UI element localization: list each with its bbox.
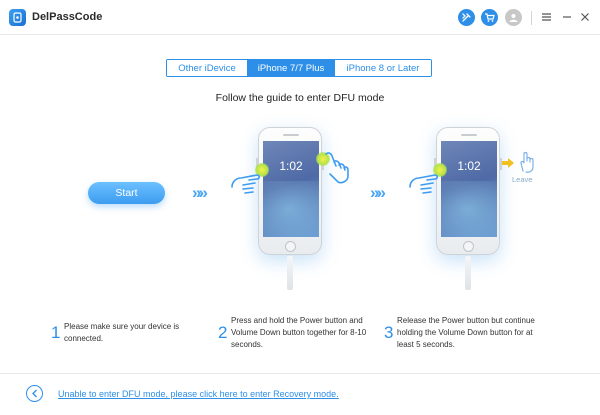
- step-text: Release the Power button but continue ho…: [397, 316, 535, 349]
- step-number: 2: [218, 323, 228, 342]
- start-button[interactable]: Start: [88, 182, 165, 204]
- hand-leave-icon: [520, 151, 534, 173]
- tools-icon[interactable]: [458, 9, 475, 26]
- chevron-left-icon: [31, 389, 37, 398]
- back-button[interactable]: [26, 385, 43, 402]
- tab-iphone-7[interactable]: iPhone 7/7 Plus: [247, 60, 334, 76]
- app-title: DelPassCode: [32, 11, 103, 23]
- phone-illustration: 1:02: [256, 127, 324, 255]
- cable-icon: [287, 256, 293, 290]
- leave-label: Leave: [512, 175, 533, 184]
- titlebar-divider: [0, 34, 600, 35]
- phone-time: 1:02: [457, 159, 481, 173]
- app-logo-icon: [9, 9, 26, 26]
- chevrons-icon: »»: [192, 183, 208, 202]
- menu-icon[interactable]: [538, 8, 554, 26]
- step-text: Press and hold the Power button and Volu…: [231, 316, 367, 349]
- phone-time: 1:02: [279, 159, 303, 173]
- arrow-right-icon: [502, 158, 514, 168]
- hand-pointer-icon: [231, 174, 261, 194]
- step-number: 3: [384, 323, 394, 342]
- home-button-icon: [285, 241, 296, 252]
- home-button-icon: [463, 241, 474, 252]
- footer-divider: [0, 373, 600, 374]
- cart-icon[interactable]: [481, 9, 498, 26]
- phone-illustration: 1:02: [434, 127, 502, 255]
- title-bar: DelPassCode: [0, 0, 600, 34]
- cable-icon: [465, 256, 471, 290]
- user-icon[interactable]: [505, 9, 522, 26]
- guide-title: Follow the guide to enter DFU mode: [215, 92, 385, 104]
- step-number: 1: [51, 323, 61, 342]
- titlebar-separator: [531, 11, 532, 25]
- hand-pointer-icon: [325, 152, 349, 184]
- recovery-mode-link[interactable]: Unable to enter DFU mode, please click h…: [58, 389, 339, 399]
- hand-pointer-icon: [409, 174, 439, 194]
- device-tabs: Other iDevice iPhone 7/7 Plus iPhone 8 o…: [166, 59, 432, 77]
- tab-iphone-8-or-later[interactable]: iPhone 8 or Later: [334, 60, 431, 76]
- minimize-icon[interactable]: [559, 8, 575, 26]
- chevrons-icon: »»: [370, 183, 386, 202]
- step-text: Please make sure your device is connecte…: [64, 322, 180, 343]
- close-icon[interactable]: [577, 8, 593, 26]
- tab-other-idevice[interactable]: Other iDevice: [167, 60, 247, 76]
